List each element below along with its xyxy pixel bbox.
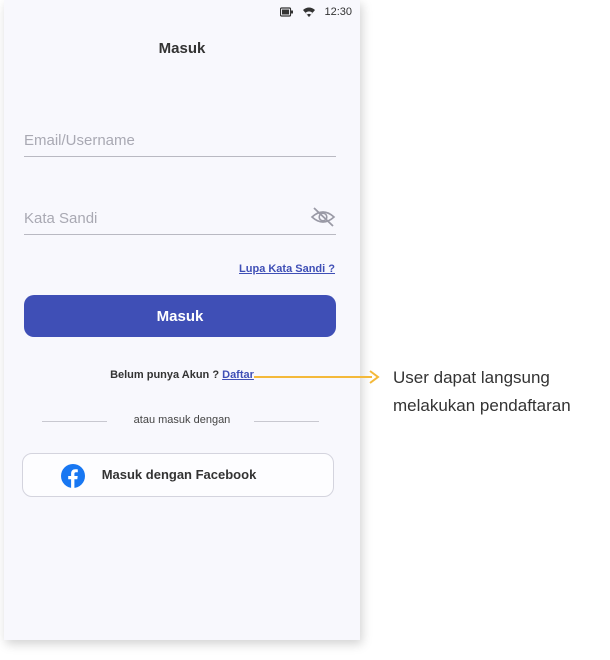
facebook-login-button[interactable]: Masuk dengan Facebook xyxy=(22,453,334,497)
arrow-right-icon xyxy=(368,370,380,389)
status-time: 12:30 xyxy=(324,6,352,18)
divider-line-right xyxy=(254,421,319,422)
annotation-line xyxy=(254,376,372,378)
eye-off-icon[interactable] xyxy=(310,204,336,230)
email-field[interactable] xyxy=(24,124,336,156)
phone-screen: 12:30 Masuk Lupa Kata Sandi ? Masuk Belu… xyxy=(4,0,360,640)
signup-row: Belum punya Akun ? Daftar xyxy=(4,369,360,381)
password-field-wrapper xyxy=(24,202,336,235)
divider: atau masuk dengan xyxy=(4,414,360,430)
divider-label: atau masuk dengan xyxy=(133,414,231,426)
facebook-login-label: Masuk dengan Facebook xyxy=(101,467,257,482)
status-bar: 12:30 xyxy=(280,4,352,20)
signup-link[interactable]: Daftar xyxy=(222,369,254,381)
wifi-icon xyxy=(302,6,316,18)
login-button[interactable]: Masuk xyxy=(24,295,336,337)
page-title: Masuk xyxy=(158,40,206,57)
annotation-text: User dapat langsung melakukan pendaftara… xyxy=(393,368,571,415)
email-field-wrapper xyxy=(24,124,336,157)
signup-prompt: Belum punya Akun ? xyxy=(110,369,220,381)
battery-icon xyxy=(280,7,294,17)
password-field[interactable] xyxy=(24,202,336,234)
forgot-password-link[interactable]: Lupa Kata Sandi ? xyxy=(239,263,335,275)
